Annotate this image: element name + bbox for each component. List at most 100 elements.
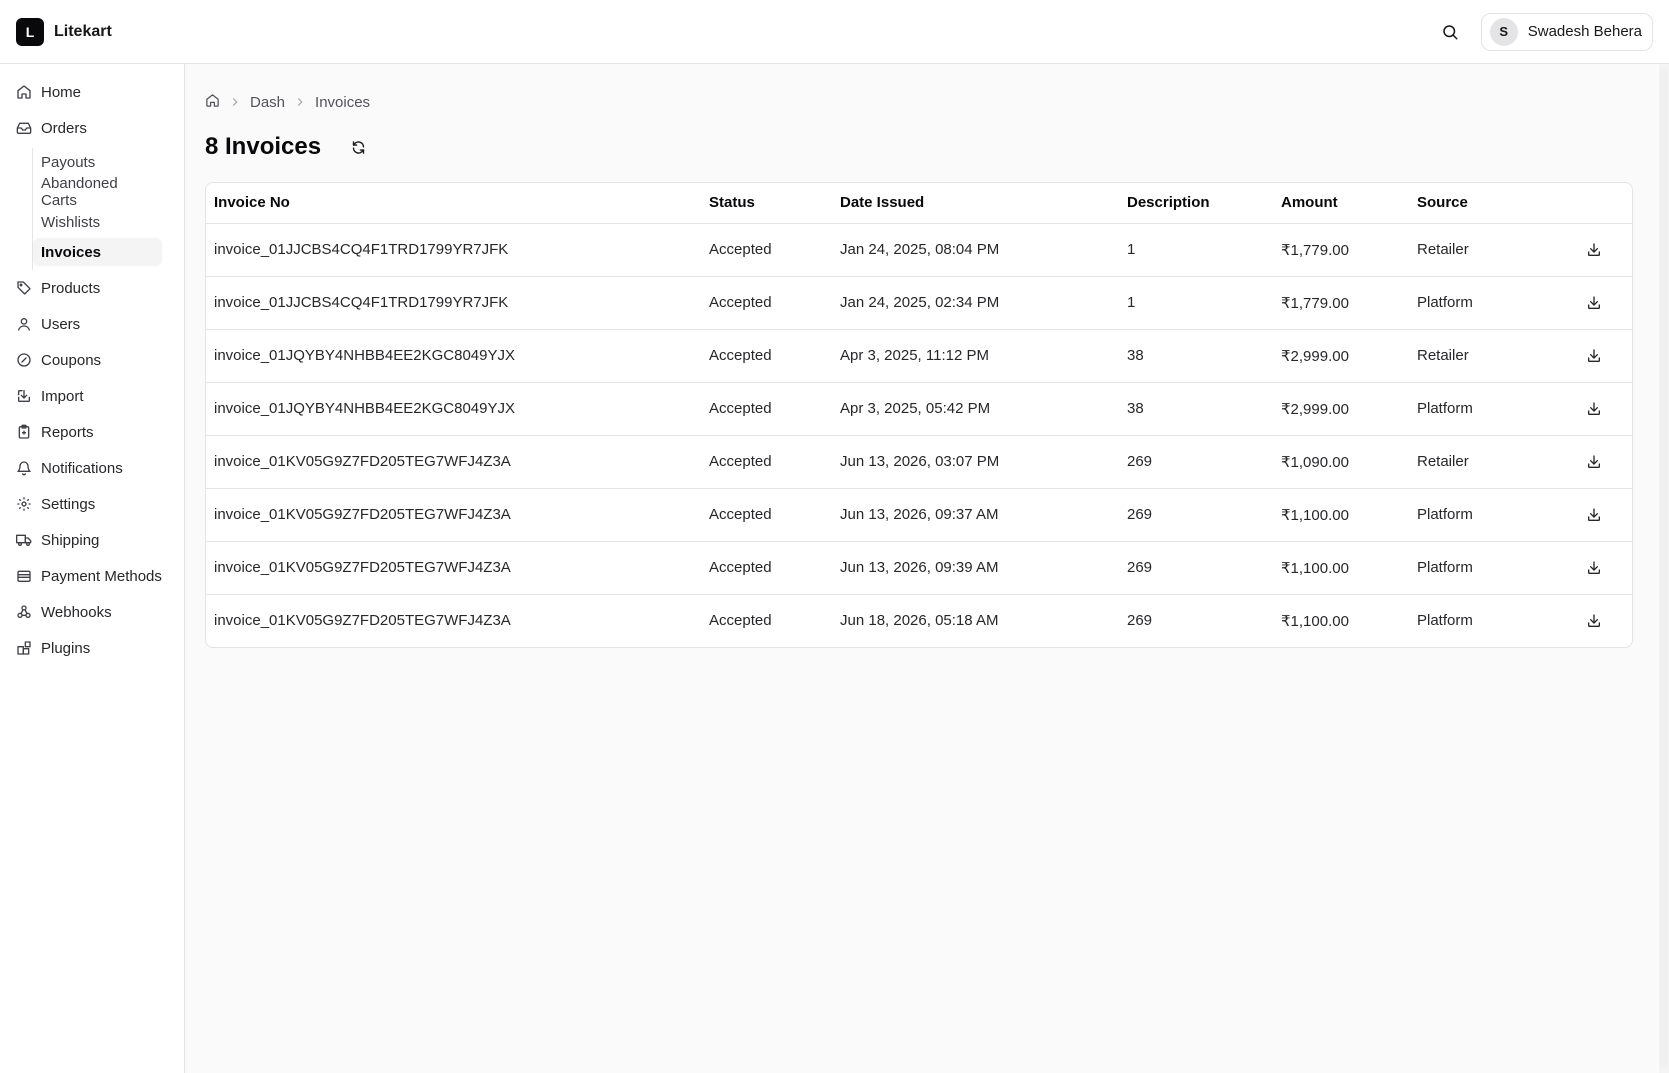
wallet-icon [17,570,31,582]
chevron-right-icon [293,95,307,109]
top-bar: L Litekart S Swadesh Behera [0,0,1669,64]
sidebar-item-reports[interactable]: Reports [0,414,184,450]
sidebar-subitem-payouts[interactable]: Payouts [33,148,162,176]
sidebar-item-label: Orders [41,119,87,137]
sidebar-item-label: Coupons [41,351,102,369]
sidebar-item-label: Import [41,387,84,405]
amount-cell: ₹1,100.00 [1273,541,1409,595]
amount-cell: ₹1,779.00 [1273,223,1409,277]
date-issued-cell: Jun 13, 2026, 03:07 PM [832,435,1119,489]
download-button[interactable] [1562,613,1626,629]
sidebar-item-webhooks[interactable]: Webhooks [0,594,184,630]
home-icon [206,93,219,107]
download-icon [1588,454,1600,468]
breadcrumb-dash[interactable]: Dash [250,94,285,111]
description-cell: 269 [1119,541,1273,595]
status-cell: Accepted [701,276,832,330]
download-button[interactable] [1562,242,1626,258]
chevron-right-icon [228,95,242,109]
actions-cell [1554,435,1632,489]
download-button[interactable] [1562,401,1626,417]
refresh-button[interactable] [341,130,375,164]
table-row[interactable]: invoice_01KV05G9Z7FD205TEG7WFJ4Z3A Accept… [206,541,1632,595]
sidebar-item-users[interactable]: Users [0,306,184,342]
download-icon [1588,507,1600,521]
column-header-invoice-no[interactable]: Invoice No [206,183,701,224]
table-row[interactable]: invoice_01KV05G9Z7FD205TEG7WFJ4Z3A Accept… [206,594,1632,647]
sidebar-item-orders[interactable]: Orders [0,110,184,146]
description-cell: 269 [1119,488,1273,542]
sidebar-item-label: Plugins [41,639,91,657]
sidebar-subitem-invoices[interactable]: Invoices [33,238,162,266]
main-content: Dash Invoices 8 Invoices Invoice No Stat… [185,64,1659,1073]
search-button[interactable] [1433,15,1467,49]
sidebar-item-shipping[interactable]: Shipping [0,522,184,558]
status-cell: Accepted [709,612,772,630]
table-row[interactable]: invoice_01JQYBY4NHBB4EE2KGC8049YJX Accept… [206,329,1632,383]
actions-cell [1554,382,1632,436]
table-header-row: Invoice No Status Date Issued Descriptio… [206,183,1632,224]
clipboard-icon [18,424,30,439]
column-header-source[interactable]: Source [1409,183,1554,224]
amount-cell: ₹2,999.00 [1273,329,1409,383]
invoice-no-cell: invoice_01KV05G9Z7FD205TEG7WFJ4Z3A [214,612,511,630]
source-cell: Platform [1409,541,1554,595]
invoices-table: Invoice No Status Date Issued Descriptio… [205,182,1633,648]
invoice-no-cell: invoice_01JJCBS4CQ4F1TRD1799YR7JFK [206,223,701,277]
table-row[interactable]: invoice_01KV05G9Z7FD205TEG7WFJ4Z3A Accept… [206,488,1632,542]
source-cell: Platform [1417,612,1473,630]
sidebar-item-label: Products [41,279,101,297]
table-row[interactable]: invoice_01KV05G9Z7FD205TEG7WFJ4Z3A Accept… [206,435,1632,489]
sidebar-item-home[interactable]: Home [0,74,184,110]
scrollbar[interactable] [1659,64,1669,1073]
sidebar-subitem-abandoned-carts[interactable]: Abandoned Carts [33,175,162,209]
breadcrumb-home[interactable] [205,93,220,112]
user-icon [18,318,30,331]
date-issued-cell: Jun 13, 2026, 09:37 AM [832,488,1119,542]
date-issued-cell: Jun 18, 2026, 05:18 AM [840,612,999,630]
sidebar-item-payment-methods[interactable]: Payment Methods [0,558,184,594]
sidebar-item-settings[interactable]: Settings [0,486,184,522]
description-cell: 1 [1119,223,1273,277]
column-header-amount[interactable]: Amount [1273,183,1409,224]
sidebar-item-label: Payment Methods [41,567,162,585]
webhook-icon [17,605,31,618]
scrollbar-thumb[interactable] [1660,68,1668,1068]
column-header-description[interactable]: Description [1119,183,1273,224]
column-header-date-issued[interactable]: Date Issued [832,183,1119,224]
status-cell: Accepted [701,435,832,489]
column-header-status[interactable]: Status [701,183,832,224]
download-button[interactable] [1562,295,1626,311]
percent-badge-icon [17,353,31,367]
download-icon [1588,560,1600,574]
amount-cell: ₹1,090.00 [1273,435,1409,489]
brand[interactable]: L Litekart [16,17,112,46]
user-menu-button[interactable]: S Swadesh Behera [1480,12,1653,51]
sidebar-item-label: Settings [41,495,96,513]
source-cell: Retailer [1409,329,1554,383]
sidebar-item-import[interactable]: Import [0,378,184,414]
invoice-no-cell: invoice_01KV05G9Z7FD205TEG7WFJ4Z3A [206,435,701,489]
download-button[interactable] [1562,454,1626,470]
download-button[interactable] [1562,507,1626,523]
sidebar-subitem-wishlists[interactable]: Wishlists [33,208,162,236]
table-row[interactable]: invoice_01JQYBY4NHBB4EE2KGC8049YJX Accept… [206,382,1632,436]
actions-cell [1554,541,1632,595]
download-icon [1588,401,1600,415]
status-cell: Accepted [701,329,832,383]
invoice-no-cell: invoice_01KV05G9Z7FD205TEG7WFJ4Z3A [206,541,701,595]
table-row[interactable]: invoice_01JJCBS4CQ4F1TRD1799YR7JFK Accept… [206,223,1632,277]
sidebar-item-plugins[interactable]: Plugins [0,630,184,666]
status-cell: Accepted [701,488,832,542]
sidebar-item-coupons[interactable]: Coupons [0,342,184,378]
table-row[interactable]: invoice_01JJCBS4CQ4F1TRD1799YR7JFK Accept… [206,276,1632,330]
logo: L [16,17,44,46]
tag-icon [17,281,31,295]
actions-cell [1554,329,1632,383]
download-button[interactable] [1562,560,1626,576]
download-icon [1588,242,1600,256]
download-button[interactable] [1562,348,1626,364]
breadcrumb-invoices[interactable]: Invoices [315,94,370,111]
sidebar-item-notifications[interactable]: Notifications [0,450,184,486]
sidebar-item-products[interactable]: Products [0,270,184,306]
